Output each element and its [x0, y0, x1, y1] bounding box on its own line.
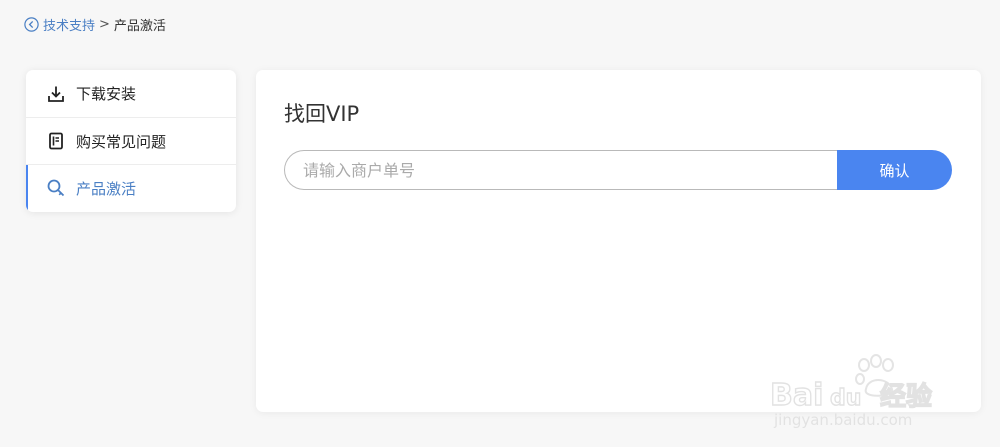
breadcrumb-current: 产品激活	[113, 18, 166, 34]
sidebar-item-purchase-faq[interactable]: 购买常见问题	[26, 117, 236, 164]
sidebar-item-label: 购买常见问题	[76, 132, 167, 151]
sidebar-item-label: 产品激活	[76, 179, 137, 198]
svg-text:经验: 经验	[880, 381, 932, 412]
order-search-form: 确认	[284, 150, 952, 190]
sidebar-item-product-activation[interactable]: 产品激活	[26, 164, 236, 211]
breadcrumb-back-label: 技术支持	[43, 18, 96, 34]
chevron-left-circle-icon	[24, 16, 39, 32]
key-search-icon	[46, 178, 66, 198]
baidu-paw-logo: Bai du 经验 jingyan.baidu.com	[769, 354, 933, 429]
breadcrumb-separator: >	[99, 16, 110, 32]
svg-text:Bai: Bai	[770, 378, 823, 413]
sidebar-item-download-install[interactable]: 下载安装	[26, 70, 236, 117]
breadcrumb: 技术支持 > 产品激活	[24, 14, 166, 34]
download-icon	[46, 84, 66, 104]
breadcrumb-back-link[interactable]: 技术支持	[24, 15, 95, 34]
svg-text:du: du	[830, 386, 861, 411]
svg-text:jingyan.baidu.com: jingyan.baidu.com	[773, 411, 912, 429]
sidebar-menu: 下载安装 购买常见问题 产品激活	[26, 70, 236, 212]
baidu-jingyan-watermark: Bai du 经验 jingyan.baidu.com	[769, 349, 960, 429]
order-number-input[interactable]	[284, 150, 837, 190]
sidebar-item-label: 下载安装	[76, 85, 137, 103]
document-icon	[46, 131, 66, 151]
confirm-button[interactable]: 确认	[837, 150, 952, 190]
page-title: 找回VIP	[284, 102, 360, 126]
